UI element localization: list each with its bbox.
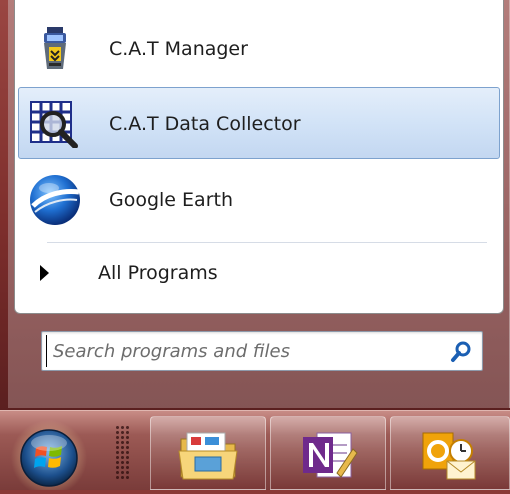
search-input[interactable] xyxy=(46,335,426,367)
cat-manager-icon xyxy=(29,25,81,73)
taskbar-gripper[interactable] xyxy=(115,425,131,481)
program-item-cat-data-collector[interactable]: C.A.T Data Collector xyxy=(18,87,500,159)
taskbar-onenote-button[interactable] xyxy=(270,416,386,490)
search-icon[interactable] xyxy=(450,340,474,364)
program-item-cat-manager[interactable]: C.A.T Manager xyxy=(18,12,500,84)
taskbar-explorer-button[interactable] xyxy=(150,416,266,490)
all-programs-label: All Programs xyxy=(98,262,218,284)
all-programs-button[interactable]: All Programs xyxy=(18,251,500,295)
start-menu: C.A.T Manager C.A.T Data Collector Googl… xyxy=(8,0,510,408)
outlook-icon xyxy=(422,432,476,480)
arrow-right-icon xyxy=(40,265,49,281)
taskbar xyxy=(0,410,510,494)
google-earth-icon xyxy=(27,172,83,228)
windows-orb-icon[interactable] xyxy=(8,418,90,494)
program-label: Google Earth xyxy=(109,189,233,211)
search-box[interactable] xyxy=(41,331,483,371)
program-label: C.A.T Data Collector xyxy=(109,113,301,135)
program-item-google-earth[interactable]: Google Earth xyxy=(18,163,500,235)
programs-panel: C.A.T Manager C.A.T Data Collector Googl… xyxy=(14,0,504,314)
menu-separator xyxy=(47,242,487,243)
onenote-icon xyxy=(303,432,358,478)
taskbar-outlook-button[interactable] xyxy=(390,416,510,490)
folder-icon xyxy=(178,432,238,480)
cat-data-collector-icon xyxy=(29,100,81,149)
program-label: C.A.T Manager xyxy=(109,38,248,60)
